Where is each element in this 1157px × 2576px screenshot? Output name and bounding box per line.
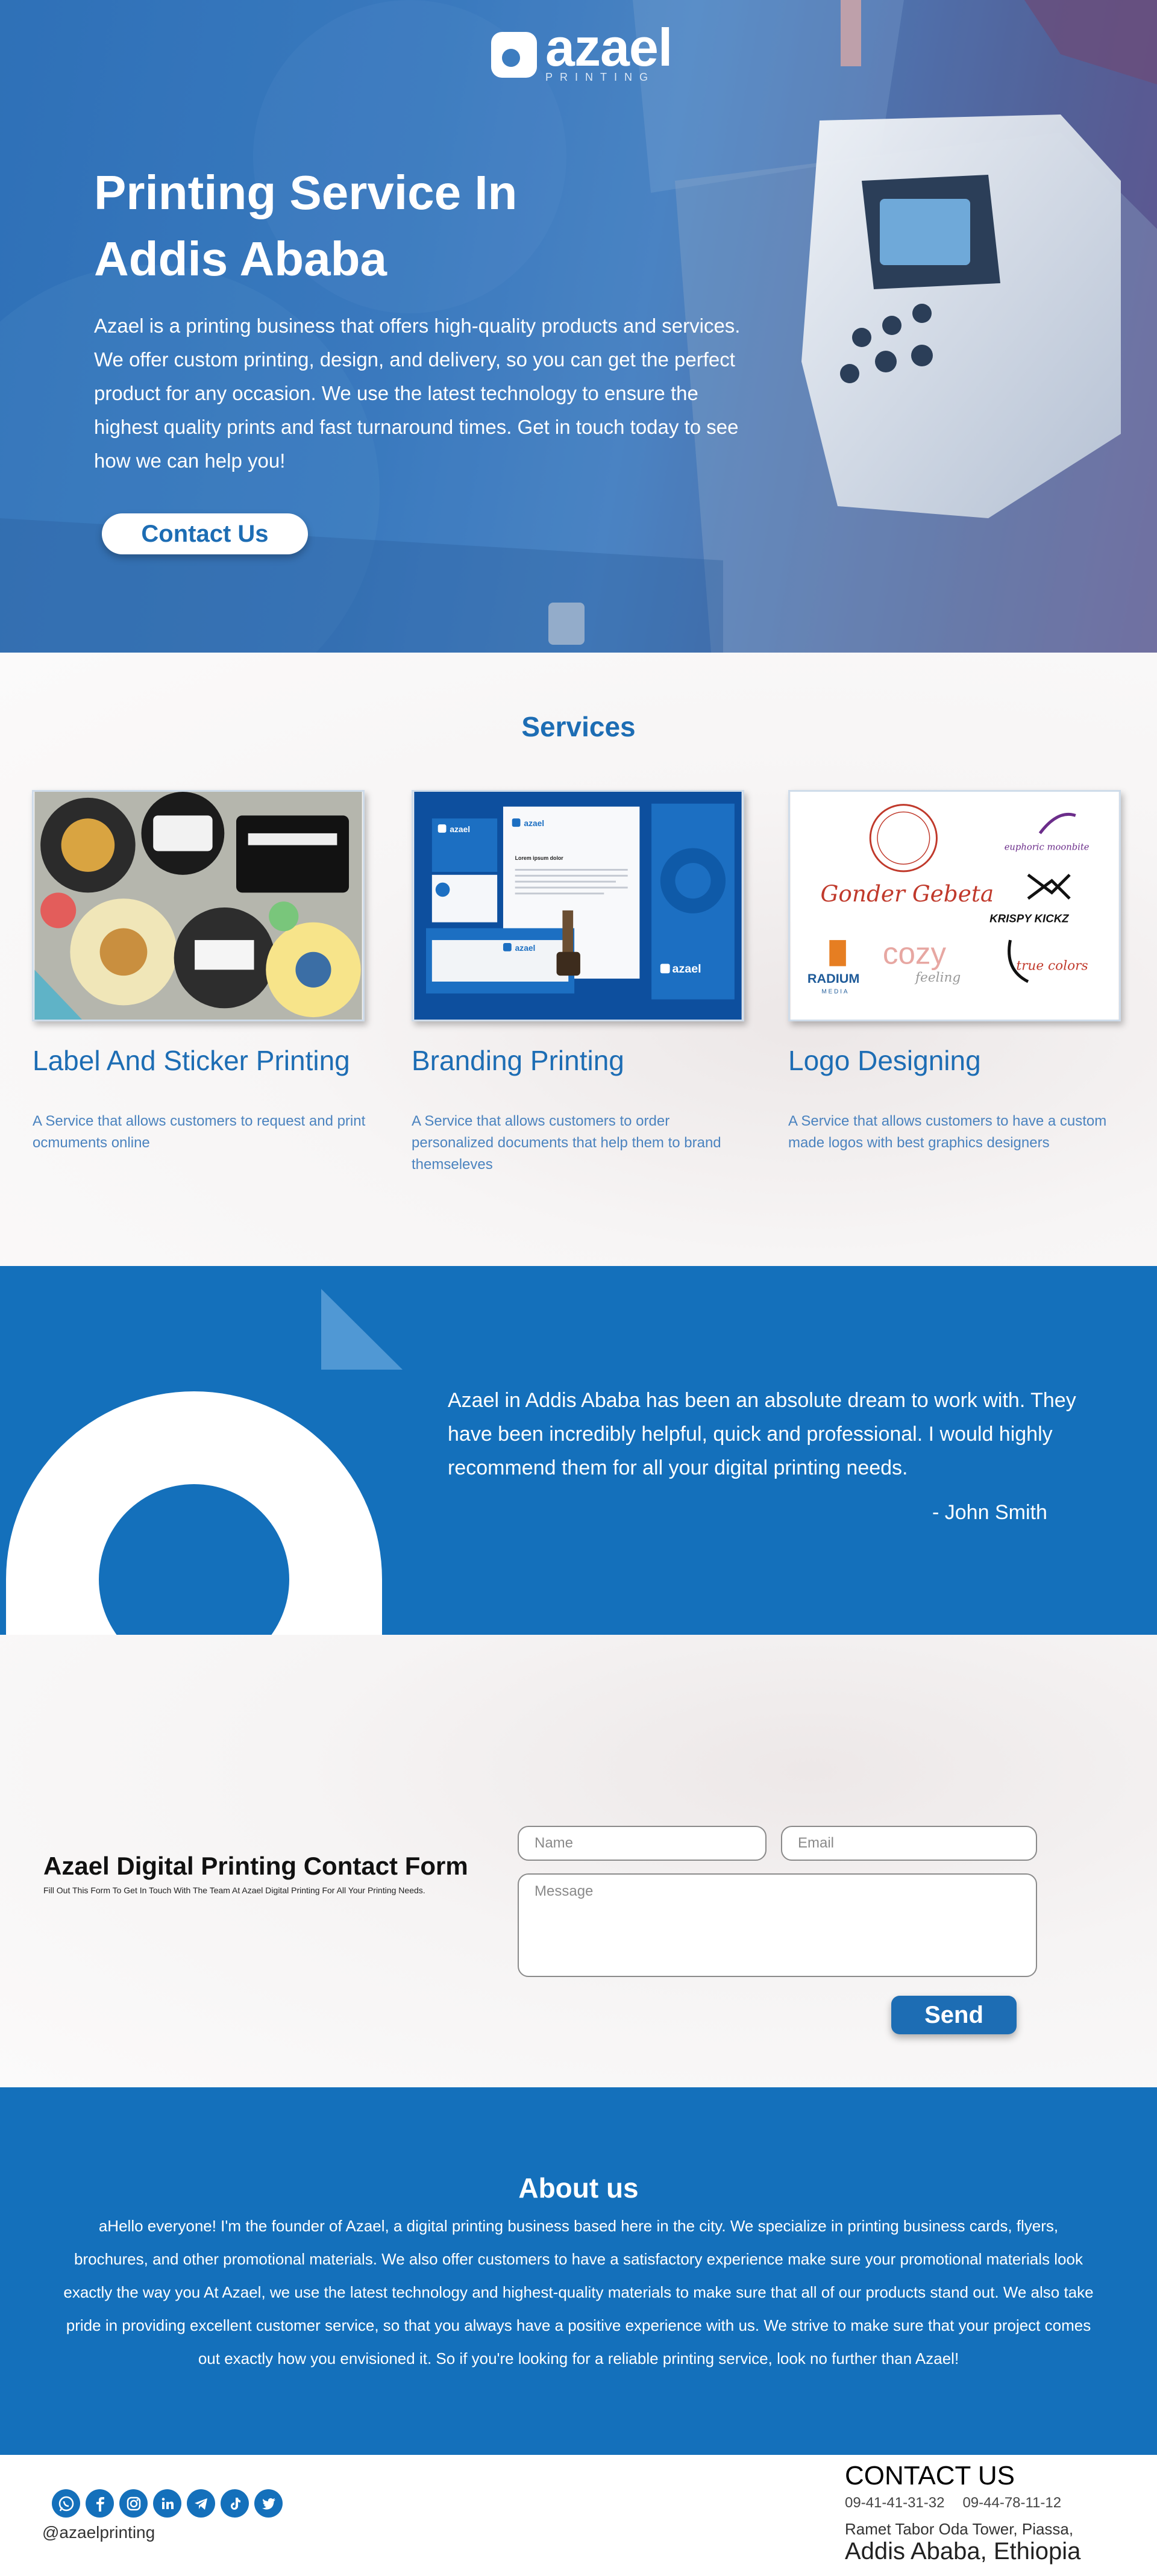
contact-us-button[interactable]: Contact Us — [102, 513, 308, 554]
service-desc-logo-design: A Service that allows customers to have … — [788, 1113, 1107, 1151]
logo-sample-media: MEDIA — [822, 989, 850, 995]
footer: @azaelprinting CONTACT US 09-41-41-31-32… — [0, 2455, 1157, 2576]
testimonial-author: - John Smith — [932, 1501, 1047, 1524]
service-desc-branding: A Service that allows customers to order… — [412, 1113, 721, 1173]
hero-title-line2: Addis Ababa — [94, 232, 387, 286]
email-input[interactable] — [781, 1826, 1037, 1861]
name-input[interactable] — [518, 1826, 767, 1861]
linkedin-icon[interactable] — [153, 2489, 181, 2518]
branding-card-logo: azael — [450, 825, 470, 834]
telegram-icon[interactable] — [187, 2489, 215, 2518]
whatsapp-icon[interactable] — [52, 2489, 80, 2518]
hero-description: Azael is a printing business that offers… — [94, 315, 741, 472]
social-links — [52, 2489, 283, 2518]
about-title: About us — [518, 2172, 639, 2204]
logo-tagline: PRINTING — [545, 71, 656, 83]
footer-contact-title: CONTACT US — [845, 2461, 1015, 2490]
branding-doc-heading: Lorem ipsum dolor — [515, 855, 564, 861]
message-textarea[interactable] — [518, 1873, 1037, 1977]
service-name-label-sticker[interactable]: Label And Sticker Printing — [33, 1044, 350, 1077]
logo-samples-image: Gonder Gebeta euphoric moonbite KRISPY K… — [791, 792, 1118, 1020]
azael-logo[interactable]: azael PRINTING — [491, 17, 673, 84]
branding-doc-logo: azael — [524, 819, 544, 828]
send-button[interactable]: Send — [891, 1996, 1017, 2034]
contact-form-subtitle: Fill Out This Form To Get In Touch With … — [43, 1885, 425, 1895]
service-desc-label-sticker: A Service that allows customers to reque… — [33, 1113, 366, 1151]
facebook-icon[interactable] — [86, 2489, 114, 2518]
phone-number-1[interactable]: 09-41-41-31-32 — [845, 2495, 944, 2511]
about-section: About us aHello everyone! I'm the founde… — [0, 2087, 1157, 2455]
contact-form-section: Azael Digital Printing Contact Form Fill… — [0, 1635, 1157, 2087]
twitter-icon[interactable] — [254, 2489, 283, 2518]
hero-section: azael PRINTING Printing Service In Addis… — [0, 0, 1157, 653]
branding-envelope-logo: azael — [515, 944, 536, 953]
hero-title: Printing Service In Addis Ababa — [94, 160, 636, 292]
phone-number-2[interactable]: 09-44-78-11-12 — [962, 2495, 1061, 2511]
about-text: aHello everyone! I'm the founder of Azae… — [63, 2217, 1094, 2368]
service-card-label-sticker[interactable] — [32, 790, 365, 1021]
testimonial-section: Azael in Addis Ababa has been an absolut… — [0, 1266, 1157, 1635]
social-handle[interactable]: @azaelprinting — [42, 2523, 155, 2542]
logo-mark-icon — [491, 31, 537, 78]
triangle-decoration — [321, 1289, 403, 1370]
services-section: Services Label And Sticker Printing A Se… — [0, 653, 1157, 1266]
logo-sample-radium: RADIUM — [807, 971, 860, 986]
branding-notebook-logo: azael — [673, 962, 701, 976]
branding-mockup-image: azael azael Lorem ipsum dolor azael azae… — [414, 792, 742, 1020]
contact-form-title: Azael Digital Printing Contact Form — [43, 1852, 468, 1880]
services-title: Services — [521, 711, 636, 742]
logo-sample-euphoric: euphoric moonbite — [1005, 842, 1090, 852]
address-line-1: Ramet Tabor Oda Tower, Piassa, — [845, 2520, 1074, 2538]
tiktok-icon[interactable] — [221, 2489, 249, 2518]
logo-sample-cozy: cozy — [883, 936, 947, 970]
label-sticker-image — [34, 792, 362, 1020]
logo-wordmark: azael — [545, 17, 673, 77]
service-name-branding[interactable]: Branding Printing — [412, 1044, 624, 1077]
service-card-branding[interactable]: azael azael Lorem ipsum dolor azael azae… — [412, 790, 744, 1021]
address-line-2: Addis Ababa, Ethiopia — [845, 2538, 1081, 2565]
testimonial-quote: Azael in Addis Ababa has been an absolut… — [448, 1389, 1076, 1479]
instagram-icon[interactable] — [119, 2489, 148, 2518]
logo-sample-feeling: feeling — [914, 970, 961, 985]
logo-sample-true-colors: true colors — [1016, 958, 1088, 973]
footer-phones: 09-41-41-31-32 09-44-78-11-12 — [845, 2495, 1061, 2512]
service-name-logo-design[interactable]: Logo Designing — [788, 1044, 981, 1077]
service-card-logo-design[interactable]: Gonder Gebeta euphoric moonbite KRISPY K… — [788, 790, 1121, 1021]
logo-sample-krispy-kickz: KRISPY KICKZ — [989, 912, 1069, 925]
hero-title-line1: Printing Service In — [94, 166, 518, 219]
logo-sample-gonder-gebeta: Gonder Gebeta — [821, 880, 994, 907]
